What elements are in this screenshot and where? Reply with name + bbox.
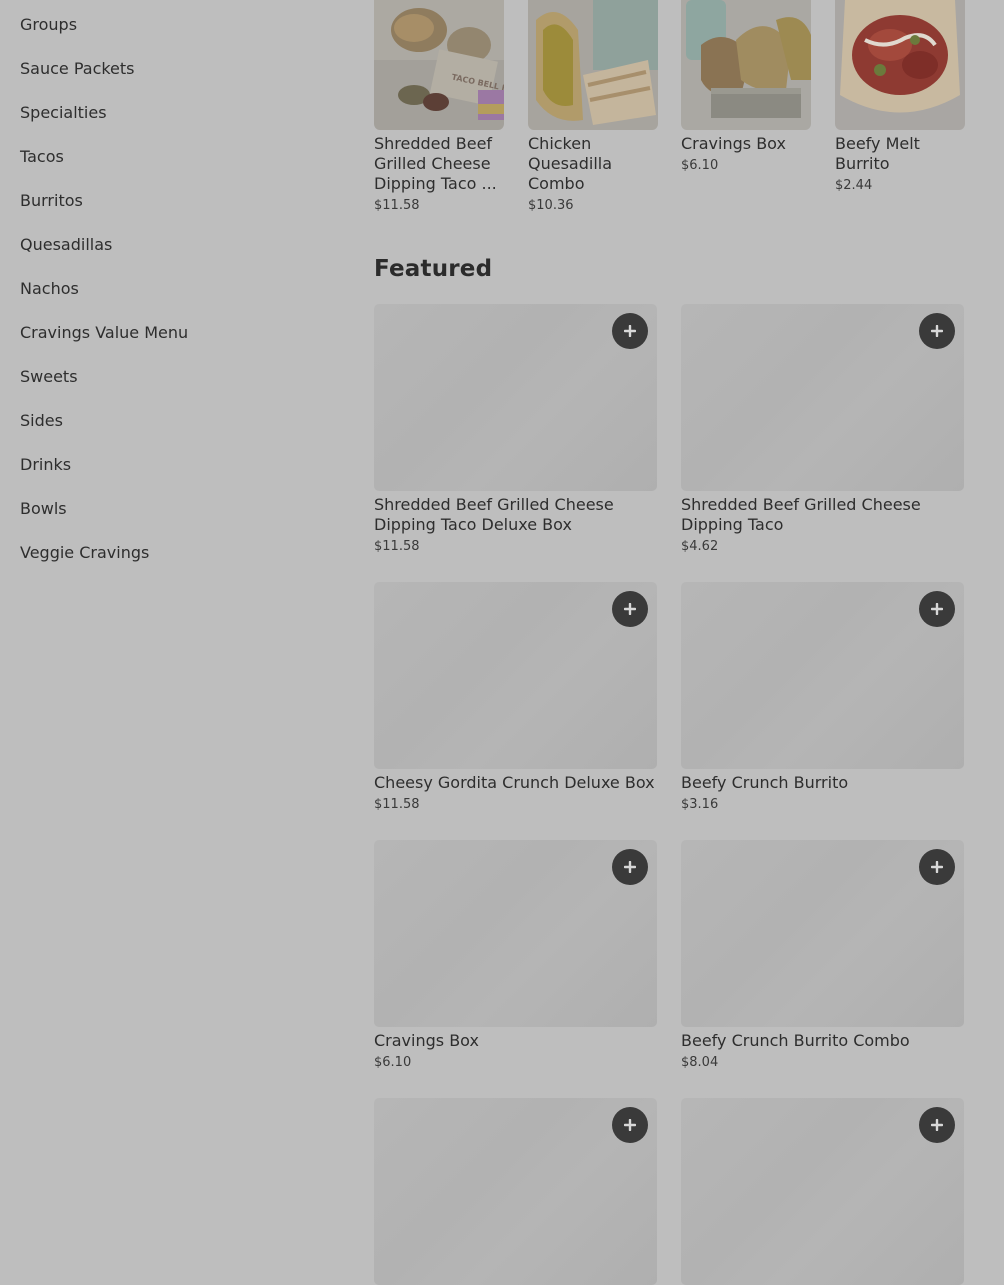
featured-card[interactable]: [374, 1098, 657, 1285]
sidebar-item-veggie-cravings[interactable]: Veggie Cravings: [20, 543, 149, 563]
featured-heading: Featured: [374, 256, 493, 282]
product-price: $4.62: [681, 539, 719, 554]
food-photo: [528, 0, 658, 130]
product-price: $3.16: [681, 797, 719, 812]
product-price: $11.58: [374, 797, 420, 812]
product-title[interactable]: Shredded Beef Grilled Cheese Dipping Tac…: [374, 134, 498, 194]
featured-card[interactable]: Shredded Beef Grilled Cheese Dipping Tac…: [681, 304, 964, 555]
product-title[interactable]: Cravings Box: [681, 134, 805, 154]
product-price: $6.10: [374, 1055, 412, 1070]
featured-card[interactable]: [681, 1098, 964, 1285]
featured-card[interactable]: Cheesy Gordita Crunch Deluxe Box $11.58: [374, 582, 657, 813]
product-image-placeholder[interactable]: [681, 840, 964, 1027]
product-title[interactable]: Cravings Box: [374, 1031, 657, 1051]
category-sidebar: Groups Sauce Packets Specialties Tacos B…: [0, 0, 330, 1118]
product-price: $10.36: [528, 198, 574, 213]
product-image-placeholder[interactable]: [681, 1098, 964, 1285]
menu-main: TACO BELL REWARDS Shredded Beef Grilled …: [374, 0, 974, 1285]
add-to-cart-button[interactable]: [612, 1107, 648, 1143]
plus-icon: [931, 861, 943, 873]
product-card[interactable]: Chicken Quesadilla Combo $10.36: [528, 0, 658, 214]
product-image-placeholder[interactable]: [681, 582, 964, 769]
product-price: $2.44: [835, 178, 873, 193]
add-to-cart-button[interactable]: [919, 849, 955, 885]
product-title[interactable]: Beefy Melt Burrito: [835, 134, 959, 174]
product-price: $6.10: [681, 158, 719, 173]
add-to-cart-button[interactable]: [612, 591, 648, 627]
sidebar-item-nachos[interactable]: Nachos: [20, 279, 79, 299]
product-price: $11.58: [374, 198, 420, 213]
sidebar-item-drinks[interactable]: Drinks: [20, 455, 71, 475]
plus-icon: [624, 603, 636, 615]
plus-icon: [931, 603, 943, 615]
product-title[interactable]: Beefy Crunch Burrito Combo: [681, 1031, 964, 1051]
product-price: $8.04: [681, 1055, 719, 1070]
product-title[interactable]: Cheesy Gordita Crunch Deluxe Box: [374, 773, 657, 793]
featured-card[interactable]: Cravings Box $6.10: [374, 840, 657, 1071]
add-to-cart-button[interactable]: [919, 591, 955, 627]
product-title[interactable]: Shredded Beef Grilled Cheese Dipping Tac…: [681, 495, 964, 535]
product-card[interactable]: Beefy Melt Burrito $2.44: [835, 0, 965, 194]
product-image[interactable]: [835, 0, 965, 130]
featured-card[interactable]: Beefy Crunch Burrito $3.16: [681, 582, 964, 813]
product-title[interactable]: Beefy Crunch Burrito: [681, 773, 964, 793]
product-title[interactable]: Shredded Beef Grilled Cheese Dipping Tac…: [374, 495, 657, 535]
add-to-cart-button[interactable]: [919, 1107, 955, 1143]
plus-icon: [624, 325, 636, 337]
add-to-cart-button[interactable]: [612, 313, 648, 349]
product-image[interactable]: [528, 0, 658, 130]
food-photo: [835, 0, 965, 130]
product-image-placeholder[interactable]: [374, 840, 657, 1027]
sidebar-item-specialties[interactable]: Specialties: [20, 103, 107, 123]
sidebar-item-cravings-value-menu[interactable]: Cravings Value Menu: [20, 323, 188, 343]
plus-icon: [931, 1119, 943, 1131]
product-image-placeholder[interactable]: [374, 304, 657, 491]
sidebar-item-quesadillas[interactable]: Quesadillas: [20, 235, 112, 255]
sidebar-item-sauce-packets[interactable]: Sauce Packets: [20, 59, 135, 79]
product-image-placeholder[interactable]: [681, 304, 964, 491]
product-title[interactable]: Chicken Quesadilla Combo: [528, 134, 652, 194]
product-image-placeholder[interactable]: [374, 582, 657, 769]
sidebar-item-bowls[interactable]: Bowls: [20, 499, 67, 519]
sidebar-item-groups[interactable]: Groups: [20, 15, 77, 35]
sidebar-item-sides[interactable]: Sides: [20, 411, 63, 431]
product-image[interactable]: TACO BELL REWARDS: [374, 0, 504, 130]
featured-card[interactable]: Beefy Crunch Burrito Combo $8.04: [681, 840, 964, 1071]
plus-icon: [931, 325, 943, 337]
add-to-cart-button[interactable]: [612, 849, 648, 885]
plus-icon: [624, 1119, 636, 1131]
product-image-placeholder[interactable]: [374, 1098, 657, 1285]
plus-icon: [624, 861, 636, 873]
product-image[interactable]: [681, 0, 811, 130]
food-photo: [681, 0, 811, 130]
sidebar-item-tacos[interactable]: Tacos: [20, 147, 64, 167]
featured-card[interactable]: Shredded Beef Grilled Cheese Dipping Tac…: [374, 304, 657, 555]
food-photo: TACO BELL REWARDS: [374, 0, 504, 130]
add-to-cart-button[interactable]: [919, 313, 955, 349]
sidebar-item-burritos[interactable]: Burritos: [20, 191, 83, 211]
sidebar-item-sweets[interactable]: Sweets: [20, 367, 78, 387]
product-card[interactable]: TACO BELL REWARDS Shredded Beef Grilled …: [374, 0, 504, 214]
product-card[interactable]: Cravings Box $6.10: [681, 0, 811, 174]
product-price: $11.58: [374, 539, 420, 554]
